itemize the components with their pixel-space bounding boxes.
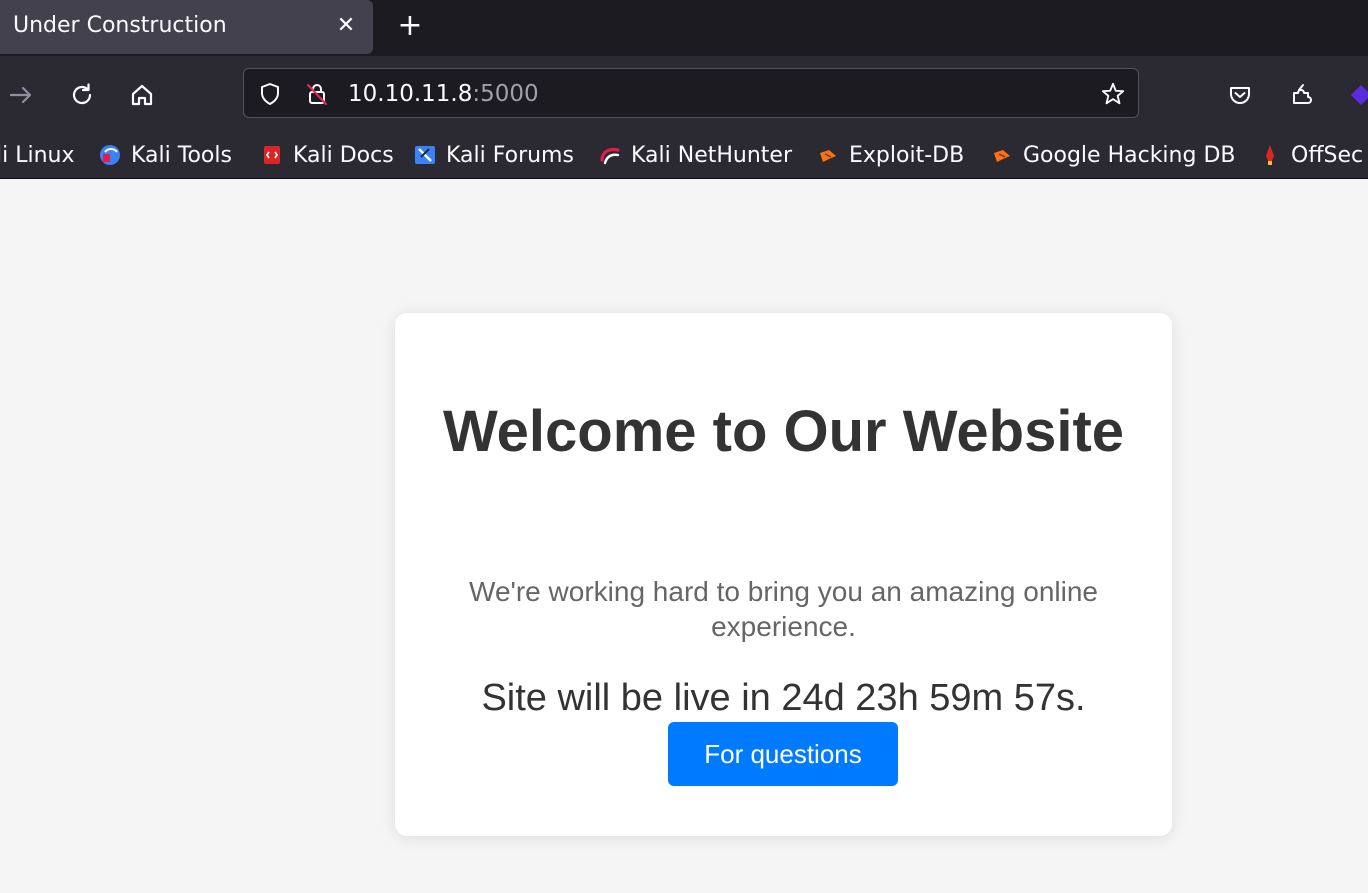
new-tab-icon[interactable]: + <box>396 11 424 41</box>
countdown-timer: Site will be live in 24d 23h 59m 57s. <box>481 677 1086 719</box>
bookmark-kali-linux[interactable]: li Linux <box>0 140 75 170</box>
bookmark-kali-docs[interactable]: Kali Docs <box>261 140 394 170</box>
bookmark-kali-nethunter[interactable]: Kali NetHunter <box>599 140 792 170</box>
bookmark-label: OffSec <box>1291 142 1364 168</box>
tab-title: Under Construction <box>13 13 227 38</box>
bookmark-star-icon[interactable] <box>1100 81 1126 107</box>
kali-tools-icon <box>99 144 121 166</box>
extensions-icon[interactable] <box>1285 78 1319 112</box>
navigation-toolbar: 10.10.11.8:5000 <box>0 56 1368 134</box>
bookmark-label: Kali Tools <box>131 142 232 168</box>
bookmarks-toolbar: li Linux Kali Tools Kali Docs Kali Forum… <box>0 134 1368 179</box>
bookmark-label: Kali Docs <box>293 142 394 168</box>
close-tab-icon[interactable]: ✕ <box>334 14 358 38</box>
shield-icon[interactable] <box>257 81 283 107</box>
url-port: :5000 <box>472 81 539 107</box>
address-bar[interactable]: 10.10.11.8:5000 <box>243 68 1139 118</box>
url-text[interactable]: 10.10.11.8:5000 <box>348 81 539 107</box>
for-questions-button[interactable]: For questions <box>668 722 898 786</box>
insecure-lock-icon[interactable] <box>304 81 330 107</box>
nethunter-icon <box>599 144 621 166</box>
reload-icon[interactable] <box>65 78 99 112</box>
page-subtitle: We're working hard to bring you an amazi… <box>469 576 1098 642</box>
bookmark-exploit-db[interactable]: Exploit-DB <box>817 140 964 170</box>
profile-extension-icon[interactable] <box>1344 78 1368 112</box>
home-icon[interactable] <box>125 78 159 112</box>
bookmark-google-hacking-db[interactable]: Google Hacking DB <box>991 140 1235 170</box>
offsec-icon <box>1259 144 1281 166</box>
ghdb-icon <box>991 144 1013 166</box>
bookmark-label: Kali NetHunter <box>631 142 792 168</box>
bookmark-label: Kali Forums <box>446 142 574 168</box>
browser-tab[interactable]: Under Construction ✕ <box>0 0 373 54</box>
bookmark-label: li Linux <box>0 142 75 168</box>
page-title: Welcome to Our Website <box>442 399 1125 464</box>
bookmark-kali-forums[interactable]: Kali Forums <box>414 140 574 170</box>
kali-forums-icon <box>414 144 436 166</box>
tab-strip: Under Construction ✕ + <box>0 0 1368 56</box>
welcome-card: Welcome to Our Website We're working har… <box>395 313 1172 836</box>
bookmark-label: Google Hacking DB <box>1023 142 1236 168</box>
bookmark-label: Exploit-DB <box>849 142 965 168</box>
kali-docs-icon <box>261 144 283 166</box>
pocket-icon[interactable] <box>1223 78 1257 112</box>
bookmark-kali-tools[interactable]: Kali Tools <box>99 140 232 170</box>
url-host: 10.10.11.8 <box>348 81 473 107</box>
exploit-db-icon <box>817 144 839 166</box>
bookmark-offsec[interactable]: OffSec <box>1259 140 1363 170</box>
forward-icon[interactable] <box>4 78 38 112</box>
